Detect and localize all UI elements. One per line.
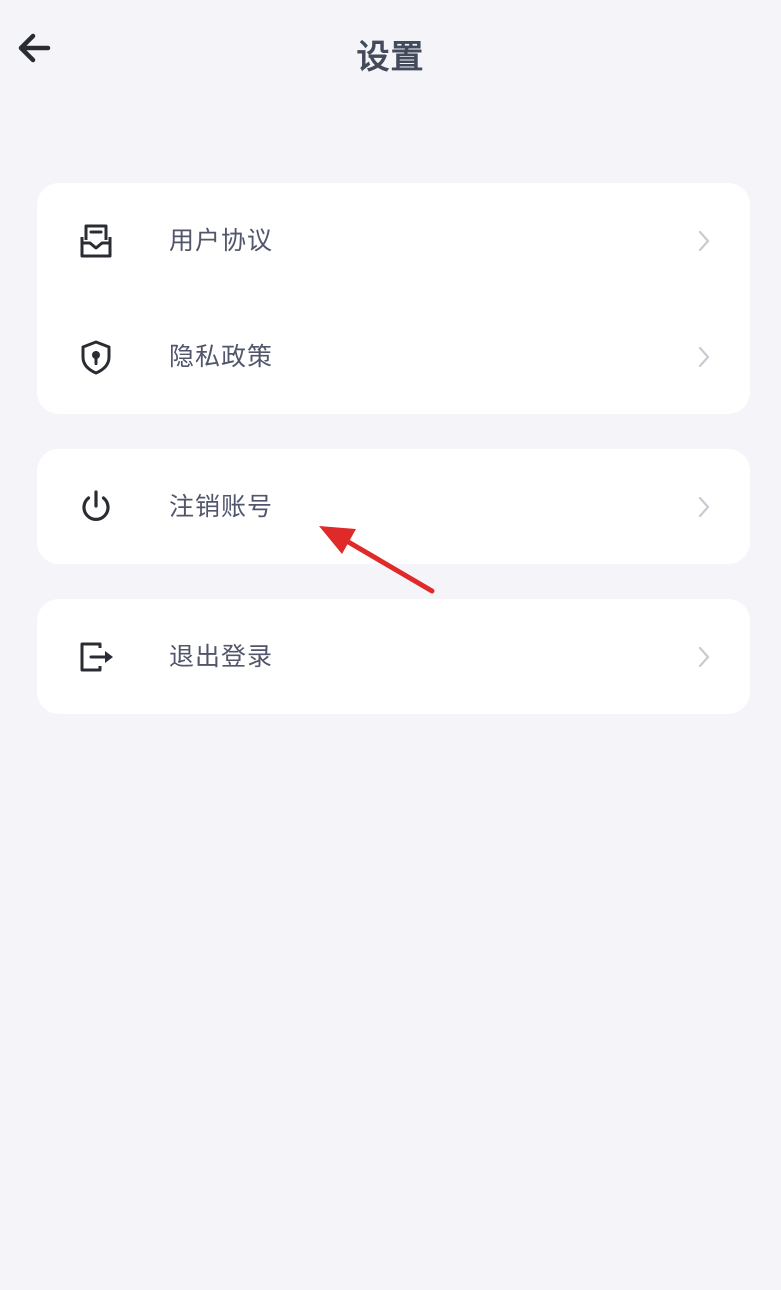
chevron-right-icon <box>694 643 714 671</box>
menu-card-session: 退出登录 <box>37 599 750 714</box>
menu-item-privacy-policy[interactable]: 隐私政策 <box>37 299 750 414</box>
nav-bar: 设置 <box>0 0 781 100</box>
menu-item-user-agreement[interactable]: 用户协议 <box>37 183 750 298</box>
page-title: 设置 <box>356 37 425 76</box>
menu-card-account: 注销账号 <box>37 449 750 564</box>
menu-card-legal: 用户协议 隐私政策 <box>37 183 750 414</box>
menu-item-logout[interactable]: 退出登录 <box>37 599 750 714</box>
chevron-right-icon <box>694 227 714 255</box>
menu-item-label: 注销账号 <box>169 492 274 521</box>
document-tray-icon <box>75 220 117 262</box>
chevron-right-icon <box>694 493 714 521</box>
menu-item-label: 用户协议 <box>169 226 274 255</box>
chevron-right-icon <box>694 343 714 371</box>
shield-lock-icon <box>75 336 117 378</box>
power-icon <box>75 486 117 528</box>
logout-icon <box>75 636 117 678</box>
menu-item-label: 隐私政策 <box>169 342 274 371</box>
menu-item-label: 退出登录 <box>169 642 274 671</box>
menu-item-delete-account[interactable]: 注销账号 <box>37 449 750 564</box>
